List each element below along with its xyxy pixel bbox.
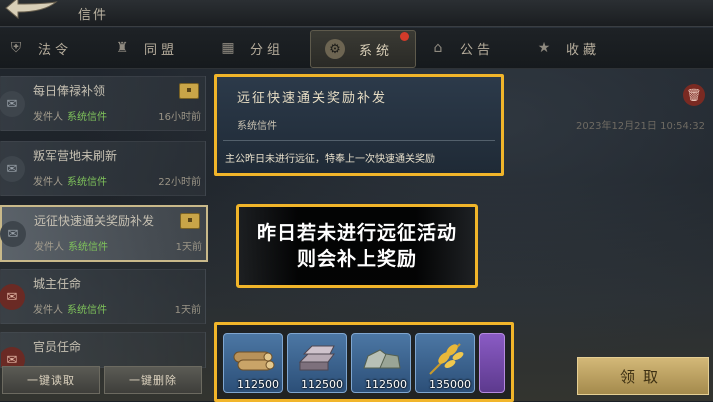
- castle-icon: ♜: [115, 40, 129, 56]
- envelope-icon: ✉: [0, 156, 25, 182]
- envelope-icon: ✉: [0, 91, 25, 117]
- reward-qty: 112500: [365, 378, 407, 391]
- banner-line-2: 则会补上奖励: [296, 248, 417, 270]
- mail-title: 每日俸禄补领: [33, 84, 106, 98]
- reward-item-iron[interactable]: 112500: [287, 333, 347, 393]
- tab-bar: ⛨ 法令 ♜ 同盟 ▦ 分组 ⚙ 系统 ⌂ 公告 ★ 收藏: [0, 28, 713, 69]
- reward-item-wood[interactable]: 112500: [223, 333, 283, 393]
- sender-name: 系统信件: [67, 177, 107, 188]
- envelope-icon: ✉: [0, 221, 26, 247]
- mail-date: 2023年12月21日 10:54:32: [576, 121, 705, 132]
- sender-prefix: 发件人: [33, 305, 63, 316]
- stone-icon: [363, 349, 401, 369]
- mail-sender: 发件人 系统信件: [34, 238, 108, 253]
- sender-name: 系统信件: [68, 242, 108, 253]
- divider: [223, 140, 495, 141]
- iron-ingot-icon: [298, 345, 335, 371]
- wood-log-icon: [233, 351, 275, 371]
- mail-time: 16小时前: [158, 112, 201, 123]
- reward-item-more[interactable]: [479, 333, 505, 393]
- tab-announcement[interactable]: ⌂ 公告: [430, 30, 494, 66]
- mail-time: 1天前: [174, 305, 201, 316]
- reward-item-grain[interactable]: 135000: [415, 333, 475, 393]
- read-all-button[interactable]: 一键读取: [2, 366, 100, 394]
- reward-attachments: 112500 112500 112500 135000: [214, 322, 514, 402]
- mail-item[interactable]: ✉ 城主任命 发件人 系统信件 1天前: [0, 269, 206, 324]
- page-title: 信件: [78, 8, 109, 23]
- treasure-chest-icon: [180, 213, 200, 229]
- tab-alliance[interactable]: ♜ 同盟: [114, 30, 178, 66]
- mail-title: 城主任命: [33, 277, 82, 291]
- sender-prefix: 发件人: [33, 177, 63, 188]
- sender-name: 系统信件: [67, 305, 107, 316]
- reward-qty: 112500: [301, 378, 343, 391]
- notification-badge: [400, 32, 410, 41]
- header-bar: 信件: [0, 0, 713, 27]
- mail-sender: 发件人 系统信件: [33, 108, 107, 123]
- trash-icon: 🗑: [686, 88, 702, 102]
- mail-title: 官员任命: [33, 340, 82, 354]
- reward-qty: 135000: [429, 378, 471, 391]
- banner-line-1: 昨日若未进行远征活动: [256, 222, 457, 244]
- tab-label: 分组: [250, 42, 285, 58]
- gear-icon: ⚙: [325, 39, 345, 59]
- reward-item-stone[interactable]: 112500: [351, 333, 411, 393]
- claim-button[interactable]: 领取: [577, 357, 709, 395]
- delete-mail-button[interactable]: 🗑: [683, 84, 705, 106]
- tab-label: 同盟: [144, 42, 179, 58]
- mail-body: 主公昨日未进行远征，特奉上一次快速通关奖励: [225, 154, 435, 165]
- envelope-icon: ✉: [0, 284, 25, 310]
- mail-time: 22小时前: [158, 177, 201, 188]
- tab-label: 收藏: [566, 42, 601, 58]
- mail-list: ✉ 每日俸禄补领 发件人 系统信件 16小时前 ✉ 叛军营地未刷新 发件人 系统信件…: [0, 76, 208, 368]
- mail-item[interactable]: ✉ 官员任命: [0, 332, 206, 368]
- tab-label: 系统: [359, 43, 394, 59]
- tab-system[interactable]: ⚙ 系统: [310, 30, 417, 68]
- mail-item[interactable]: ✉ 叛军营地未刷新 发件人 系统信件 22小时前: [0, 141, 206, 196]
- sender-name: 系统信件: [67, 112, 107, 123]
- sender-prefix: 发件人: [33, 112, 63, 123]
- info-banner: 昨日若未进行远征活动 则会补上奖励: [236, 204, 478, 288]
- grid-icon: ▦: [221, 40, 235, 56]
- treasure-chest-icon: [179, 83, 199, 99]
- envelope-icon: ✉: [1, 347, 25, 367]
- mail-item-selected[interactable]: ✉ 远征快速通关奖励补发 发件人 系统信件 1天前: [0, 205, 208, 262]
- mail-title: 叛军营地未刷新: [33, 149, 118, 163]
- mail-detail-title: 远征快速通关奖励补发: [237, 91, 388, 106]
- mail-detail-panel: 远征快速通关奖励补发 系统信件 主公昨日未进行远征，特奉上一次快速通关奖励: [214, 74, 504, 176]
- back-button[interactable]: [4, 0, 64, 22]
- mail-title: 远征快速通关奖励补发: [34, 214, 155, 228]
- tab-group[interactable]: ▦ 分组: [220, 30, 284, 66]
- mail-sender: 发件人 系统信件: [33, 173, 107, 188]
- tab-label: 公告: [460, 42, 495, 58]
- shield-icon: ⛨: [10, 40, 22, 56]
- sender-prefix: 发件人: [34, 242, 64, 253]
- reward-qty: 112500: [237, 378, 279, 391]
- tab-decree[interactable]: ⛨ 法令: [8, 30, 72, 66]
- wheat-icon: [429, 343, 464, 375]
- mail-detail-from: 系统信件: [237, 121, 277, 132]
- tab-favorites[interactable]: ★ 收藏: [536, 30, 600, 66]
- mail-item[interactable]: ✉ 每日俸禄补领 发件人 系统信件 16小时前: [0, 76, 206, 131]
- delete-all-button[interactable]: 一键删除: [104, 366, 202, 394]
- hall-icon: ⌂: [433, 40, 443, 56]
- star-icon: ★: [537, 40, 551, 56]
- tab-label: 法令: [38, 42, 73, 58]
- mail-time: 1天前: [175, 242, 202, 253]
- back-arrow-icon: [5, 0, 58, 20]
- mail-sender: 发件人 系统信件: [33, 301, 107, 316]
